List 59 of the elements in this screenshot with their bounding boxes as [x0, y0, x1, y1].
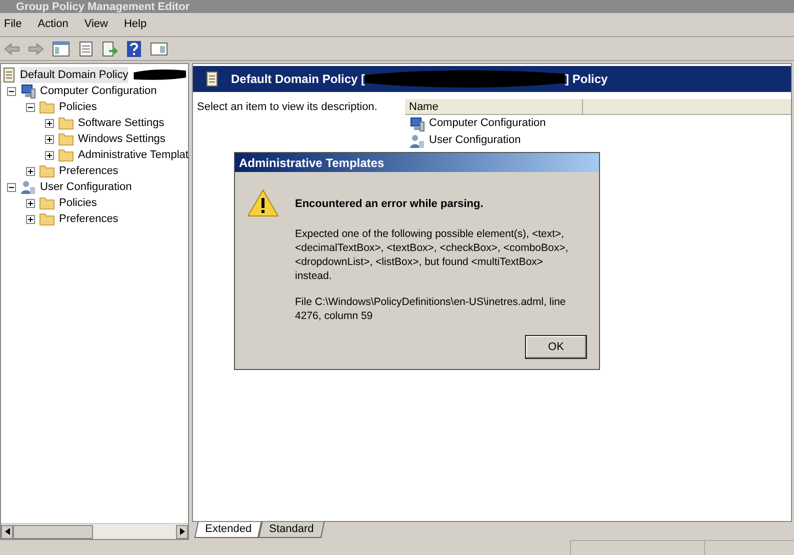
computer-icon — [20, 83, 36, 99]
expand-icon[interactable] — [45, 150, 54, 160]
menu-item[interactable]: File — [4, 16, 22, 33]
tree-item[interactable]: Computer Configuration — [40, 82, 157, 100]
ok-button[interactable]: OK — [525, 335, 587, 359]
folder-icon — [39, 196, 55, 210]
dialog-message: Expected one of the following possible element(s), <text>, <decimalTextBox>, <textBox>, <checkBox>, <comboBox>, <dropdownList>, <listBox>, but found <multiTextBox> instead. — [295, 226, 570, 282]
view-tab[interactable]: Standard — [258, 522, 325, 538]
dialog-heading: Encountered an error while parsing. — [295, 197, 484, 212]
menu-item[interactable]: Action — [38, 16, 68, 33]
redaction-mark — [132, 68, 188, 82]
warning-icon — [247, 188, 279, 218]
expand-icon[interactable] — [26, 166, 35, 176]
tree-item[interactable]: Windows Settings — [78, 130, 166, 148]
collapse-icon[interactable] — [26, 102, 35, 112]
tree-item[interactable]: Policies — [59, 98, 97, 116]
folder-icon — [58, 116, 74, 130]
tree-item[interactable]: Software Settings — [78, 114, 164, 132]
description-text: Select an item to view its description. — [196, 100, 378, 115]
menu-item[interactable]: Help — [124, 16, 147, 33]
panel-icon[interactable] — [150, 40, 168, 56]
tree-item[interactable]: Preferences — [59, 210, 118, 228]
expand-icon[interactable] — [26, 198, 35, 208]
expand-icon[interactable] — [45, 118, 54, 128]
collapse-icon[interactable] — [7, 182, 16, 192]
menu-item[interactable]: View — [84, 16, 108, 33]
scroll-icon — [2, 67, 16, 83]
collapse-icon[interactable] — [7, 86, 16, 96]
scroll-left-icon[interactable] — [4, 528, 10, 535]
folder-icon — [39, 164, 55, 178]
expand-icon[interactable] — [45, 134, 54, 144]
tree-item[interactable]: Administrative Templat — [78, 146, 188, 164]
help-icon[interactable] — [126, 40, 142, 58]
tree-item[interactable]: Preferences — [59, 162, 118, 180]
window-title: Group Policy Management Editor — [16, 0, 190, 12]
folder-icon — [39, 100, 55, 114]
expand-icon[interactable] — [26, 214, 35, 224]
header-title: ] Policy — [565, 71, 608, 88]
properties-icon[interactable] — [78, 40, 94, 56]
scroll-right-icon[interactable] — [180, 528, 184, 535]
export-icon[interactable] — [102, 40, 118, 56]
dialog-title: Administrative Templates — [239, 154, 384, 172]
computer-icon — [409, 116, 425, 132]
folder-icon — [39, 212, 55, 226]
tree-item[interactable]: Policies — [59, 194, 97, 212]
scroll-icon — [205, 71, 219, 87]
view-tab[interactable]: Extended — [194, 522, 262, 538]
horizontal-scrollbar[interactable] — [1, 523, 188, 539]
list-item[interactable]: Computer Configuration — [429, 115, 546, 132]
list-item[interactable]: User Configuration — [429, 132, 521, 149]
folder-icon — [58, 148, 74, 162]
user-icon — [409, 132, 425, 148]
tree-item[interactable]: User Configuration — [40, 178, 132, 196]
folder-icon — [58, 132, 74, 146]
tree-item[interactable]: Default Domain Policy — [20, 66, 128, 84]
header-title: Default Domain Policy [ — [231, 71, 366, 88]
pane-icon[interactable] — [52, 40, 70, 56]
dialog-detail: File C:\Windows\PolicyDefinitions\en-US\inetres.adml, line 4276, column 59 — [295, 294, 567, 322]
user-icon — [20, 179, 36, 195]
